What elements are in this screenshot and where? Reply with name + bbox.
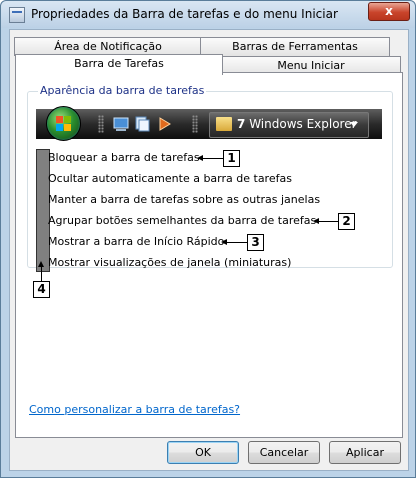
callout-arrow-3 <box>221 239 247 245</box>
callout-3: 3 <box>247 234 264 251</box>
taskbar-group-button[interactable]: 7 Windows Explorer <box>209 112 369 138</box>
taskbar-grip-icon[interactable] <box>192 115 198 133</box>
checkbox-highlight-bar <box>36 149 50 272</box>
cancel-button[interactable]: Cancelar <box>248 441 320 464</box>
window-title: Propriedades da Barra de tarefas e do me… <box>31 7 338 21</box>
properties-window: Propriedades da Barra de tarefas e do me… <box>0 0 416 478</box>
folder-icon <box>216 117 232 131</box>
taskbar-properties-icon <box>9 7 25 23</box>
option-quick-launch[interactable]: Mostrar a barra de Início Rápido <box>48 235 224 248</box>
callout-1: 1 <box>223 150 240 167</box>
callout-2: 2 <box>338 213 355 230</box>
tab-taskbar[interactable]: Barra de Tarefas <box>15 54 223 75</box>
media-player-icon[interactable] <box>157 116 173 132</box>
dialog-body: Área de Notificação Barras de Ferramenta… <box>9 29 409 471</box>
show-desktop-icon[interactable] <box>113 116 129 132</box>
option-auto-hide[interactable]: Ocultar automaticamente a barra de taref… <box>48 172 292 185</box>
group-label: Aparência da barra de tarefas <box>38 84 207 97</box>
option-keep-on-top[interactable]: Manter a barra de tarefas sobre as outra… <box>48 193 320 206</box>
quick-launch-grip-icon[interactable] <box>98 115 104 133</box>
taskbar-preview: 7 Windows Explorer <box>36 106 382 141</box>
callout-arrow-1 <box>197 155 223 161</box>
chevron-down-icon <box>350 122 358 127</box>
switch-windows-icon[interactable] <box>134 116 150 132</box>
callout-arrow-4 <box>38 261 44 281</box>
apply-button[interactable]: Aplicar <box>329 441 401 464</box>
option-lock-taskbar[interactable]: Bloquear a barra de tarefas <box>48 151 200 164</box>
close-button[interactable]: x <box>368 2 410 21</box>
tab-toolbars[interactable]: Barras de Ferramentas <box>200 37 390 56</box>
taskbar-appearance-group: Aparência da barra de tarefas 7 Windows … <box>27 84 393 272</box>
option-window-previews[interactable]: Mostrar visualizações de janela (miniatu… <box>48 256 291 269</box>
title-bar[interactable]: Propriedades da Barra de tarefas e do me… <box>1 1 415 28</box>
option-group-buttons[interactable]: Agrupar botões semelhantes da barra de t… <box>48 214 316 227</box>
start-orb-icon <box>46 106 81 141</box>
callout-arrow-2 <box>313 218 338 224</box>
tab-panel-taskbar: Aparência da barra de tarefas 7 Windows … <box>15 72 403 438</box>
help-link[interactable]: Como personalizar a barra de tarefas? <box>29 403 240 416</box>
windows-flag-icon <box>56 116 71 131</box>
ok-button[interactable]: OK <box>167 441 239 464</box>
taskbar-group-label: 7 Windows Explorer <box>237 117 357 131</box>
callout-4: 4 <box>33 281 50 298</box>
